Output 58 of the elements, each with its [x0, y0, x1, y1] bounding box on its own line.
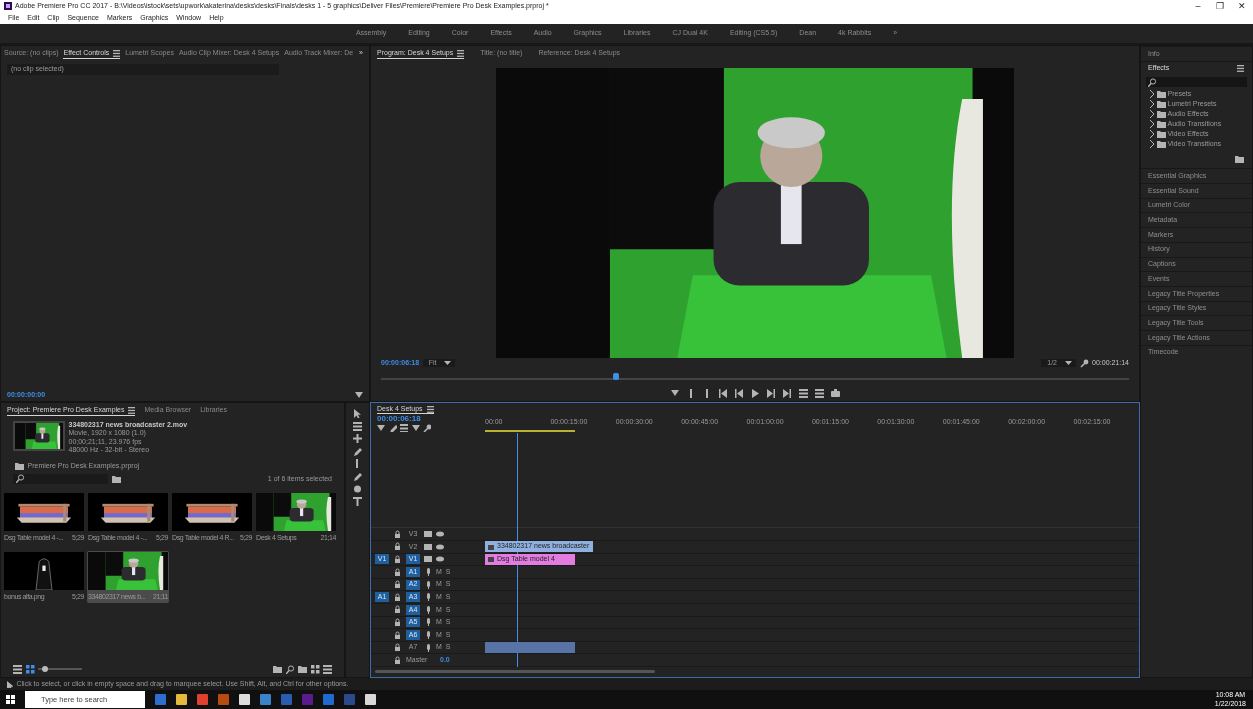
audio-clip[interactable]: [485, 641, 575, 653]
zoom-slider-thumb[interactable]: [42, 666, 49, 672]
menu-icon[interactable]: [1237, 65, 1244, 73]
bin-icon: [15, 461, 24, 470]
search-icon: [1148, 77, 1157, 87]
lock-icon[interactable]: [393, 617, 402, 627]
close-button[interactable]: ✕: [1231, 1, 1253, 11]
lock-icon[interactable]: [393, 605, 402, 615]
menu-icon[interactable]: [113, 49, 121, 57]
lock-icon[interactable]: [393, 643, 402, 653]
windows-start-icon[interactable]: [6, 695, 15, 704]
app-icon: [4, 2, 12, 10]
playhead-handle[interactable]: [612, 373, 619, 380]
lock-icon[interactable]: [393, 580, 402, 590]
folder-icon[interactable]: [273, 664, 282, 674]
pen-tool-icon[interactable]: [353, 446, 362, 456]
caret-icon[interactable]: [1065, 359, 1072, 366]
go-to-in-icon[interactable]: [718, 388, 728, 398]
menu-icon[interactable]: [426, 405, 434, 413]
lock-icon[interactable]: [393, 529, 402, 539]
search-field[interactable]: [13, 473, 108, 484]
go-to-out-icon[interactable]: [782, 388, 792, 398]
caret-icon[interactable]: [444, 359, 452, 366]
type-tool-icon[interactable]: [353, 496, 362, 506]
settings-icon[interactable]: [423, 424, 431, 432]
lock-icon[interactable]: [393, 542, 402, 552]
icon-view-icon[interactable]: [25, 664, 35, 674]
play-icon[interactable]: [750, 388, 760, 398]
pen-tool-icon[interactable]: [353, 471, 362, 481]
step-forward-icon[interactable]: [766, 388, 776, 398]
horizontal-scrollbar[interactable]: [375, 670, 655, 673]
lock-icon[interactable]: [393, 554, 402, 564]
hand-tool-icon[interactable]: [353, 484, 362, 493]
folder-icon[interactable]: [298, 664, 307, 674]
new-bin-icon[interactable]: [1235, 155, 1244, 164]
lock-icon[interactable]: [393, 567, 402, 577]
maximize-button[interactable]: ❐: [1209, 1, 1231, 11]
filter-icon[interactable]: [355, 391, 363, 399]
search-icon: [16, 474, 25, 484]
lock-icon[interactable]: [393, 592, 402, 602]
list-view-icon[interactable]: [13, 664, 22, 674]
search-icon[interactable]: [285, 664, 295, 674]
list-icon[interactable]: [323, 664, 332, 674]
lock-icon[interactable]: [393, 655, 402, 665]
new-bin-icon[interactable]: [111, 474, 121, 483]
search-field[interactable]: [1146, 77, 1247, 88]
sequence-timecode: 00:00:06:18: [377, 414, 422, 424]
step-back-icon[interactable]: [734, 388, 744, 398]
minimize-button[interactable]: –: [1187, 1, 1209, 11]
selection-tool-icon[interactable]: [353, 409, 362, 418]
lock-icon[interactable]: [393, 630, 402, 640]
grid-icon[interactable]: [310, 664, 320, 674]
settings-icon[interactable]: [1079, 358, 1089, 368]
menu-icon[interactable]: [128, 406, 136, 414]
selection-tool-icon: [6, 680, 13, 688]
export-frame-icon[interactable]: [830, 388, 840, 398]
menu-icon[interactable]: [457, 49, 465, 57]
playhead-line[interactable]: [516, 433, 518, 667]
